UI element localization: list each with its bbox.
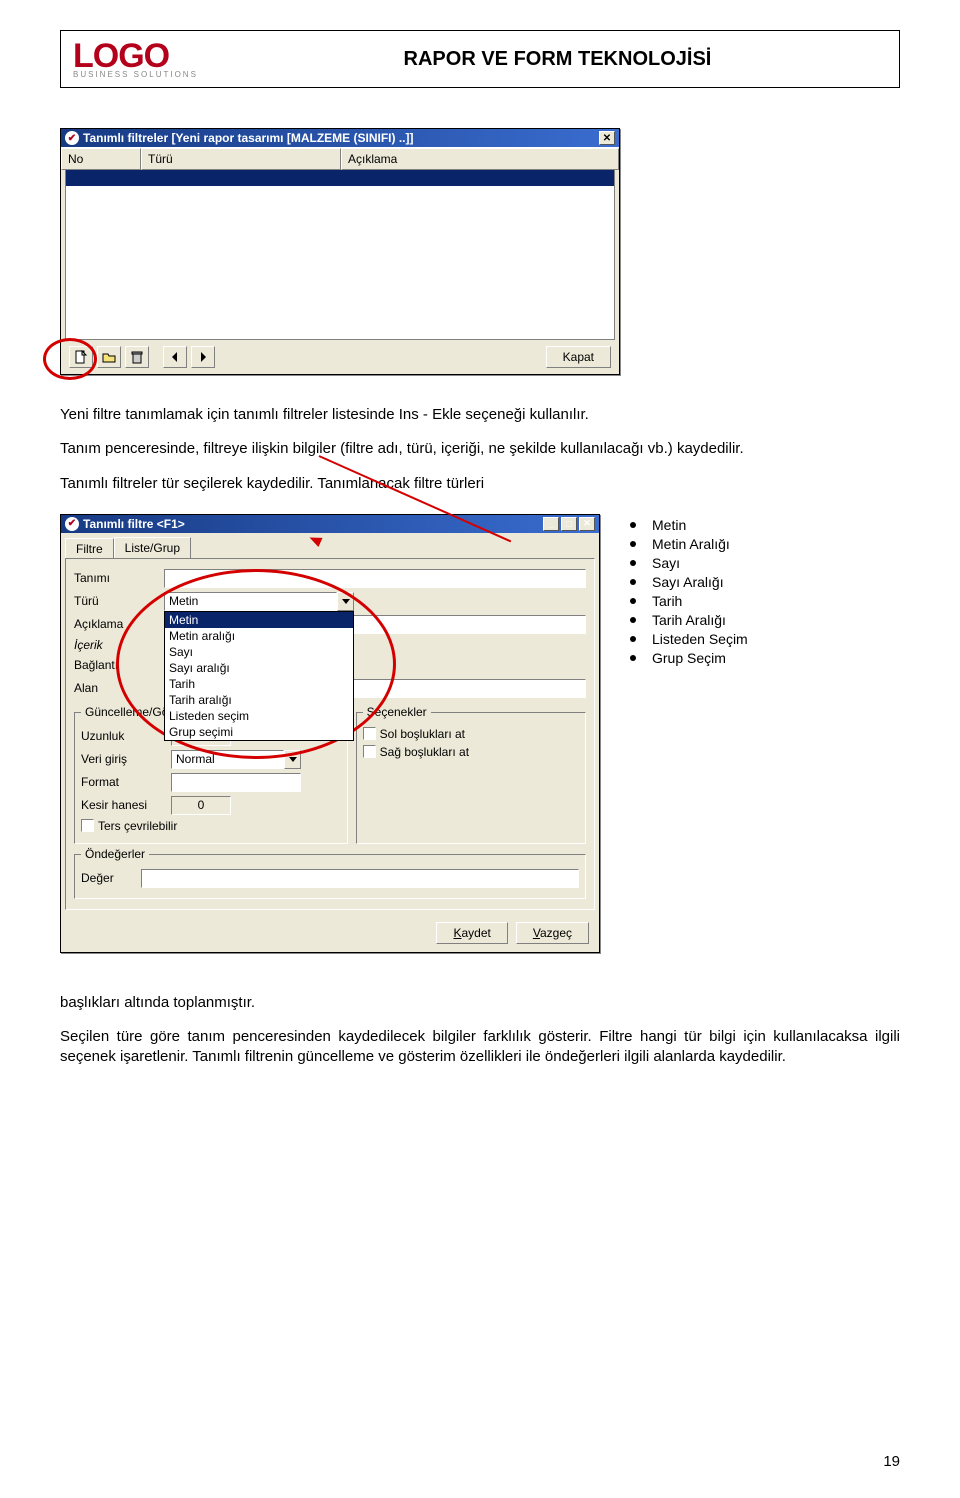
- label-tanimi: Tanımı: [74, 571, 164, 585]
- paragraph-4: başlıkları altında toplanmıştır.: [60, 993, 900, 1013]
- close-icon[interactable]: ✕: [599, 131, 615, 145]
- logo-text: LOGO: [73, 39, 169, 73]
- group-secenekler: Seçenekler: [363, 705, 431, 719]
- paragraph-3: Tanımlı filtreler tür seçilerek kaydedil…: [60, 474, 900, 494]
- combo-verigiris[interactable]: Normal: [171, 750, 284, 769]
- label-aciklama: Açıklama: [74, 617, 164, 631]
- bullet-icon: [630, 655, 636, 661]
- page-header: LOGO BUSINESS SOLUTIONS RAPOR VE FORM TE…: [60, 30, 900, 88]
- chevron-down-icon[interactable]: [284, 750, 301, 769]
- label-verigiris: Veri giriş: [81, 752, 171, 766]
- input-kesir[interactable]: 0: [171, 796, 231, 815]
- bullet-icon: [630, 636, 636, 642]
- type-item: Tarih: [652, 593, 682, 609]
- col-no[interactable]: No: [61, 148, 141, 170]
- label-sol: Sol boşlukları at: [380, 727, 465, 741]
- dropdown-option[interactable]: Tarih: [165, 676, 353, 692]
- tabs: Filtre Liste/Grup: [61, 533, 599, 558]
- close-icon[interactable]: ✕: [579, 517, 595, 531]
- checkbox-sol[interactable]: [363, 727, 376, 740]
- grid-selected-row[interactable]: [66, 170, 614, 186]
- bullet-icon: [630, 617, 636, 623]
- input-format[interactable]: [171, 773, 301, 792]
- grid-body[interactable]: [65, 170, 615, 340]
- dropdown-option[interactable]: Sayı aralığı: [165, 660, 353, 676]
- dropdown-option[interactable]: Listeden seçim: [165, 708, 353, 724]
- cancel-button[interactable]: Vazgeç: [516, 922, 589, 944]
- type-item: Sayı Aralığı: [652, 574, 724, 590]
- label-kesir: Kesir hanesi: [81, 798, 171, 812]
- dropdown-option[interactable]: Sayı: [165, 644, 353, 660]
- window2-titlebar[interactable]: ✔ Tanımlı filtre <F1> _ □ ✕: [61, 515, 599, 533]
- turu-dropdown[interactable]: Metin Metin aralığı Sayı Sayı aralığı Ta…: [164, 611, 354, 741]
- delete-icon[interactable]: [125, 346, 149, 368]
- type-item: Sayı: [652, 555, 680, 571]
- next-icon[interactable]: [191, 346, 215, 368]
- window-toolbar: Kapat: [61, 340, 619, 374]
- col-turu[interactable]: Türü: [141, 148, 341, 170]
- filter-types-list: Metin Metin Aralığı Sayı Sayı Aralığı Ta…: [630, 514, 748, 669]
- window2-title-text: Tanımlı filtre <F1>: [83, 517, 185, 531]
- save-button[interactable]: KKaydetaydet: [436, 922, 507, 944]
- logo-subtitle: BUSINESS SOLUTIONS: [73, 71, 198, 79]
- dropdown-option[interactable]: Metin aralığı: [165, 628, 353, 644]
- bullet-icon: [630, 560, 636, 566]
- label-deger: Değer: [81, 871, 141, 885]
- input-deger[interactable]: [141, 869, 579, 888]
- close-button[interactable]: Kapat: [546, 346, 611, 368]
- defined-filters-window: ✔ Tanımlı filtreler [Yeni rapor tasarımı…: [60, 128, 620, 375]
- bullet-icon: [630, 541, 636, 547]
- maximize-icon[interactable]: □: [561, 517, 577, 531]
- label-icerik: İçerik: [74, 638, 164, 652]
- paragraph-5: Seçilen türe göre tanım penceresinden ka…: [60, 1027, 900, 1068]
- group-ondegerler: Öndeğerler: [81, 847, 149, 861]
- label-ters: Ters çevrilebilir: [98, 819, 177, 833]
- type-item: Metin Aralığı: [652, 536, 730, 552]
- dropdown-option[interactable]: Metin: [165, 612, 353, 628]
- col-aciklama[interactable]: Açıklama: [341, 148, 619, 170]
- checkbox-sag[interactable]: [363, 745, 376, 758]
- page-number: 19: [883, 1453, 900, 1470]
- label-sag: Sağ boşlukları at: [380, 745, 469, 759]
- type-item: Grup Seçim: [652, 650, 726, 666]
- window-titlebar[interactable]: ✔ Tanımlı filtreler [Yeni rapor tasarımı…: [61, 129, 619, 147]
- app-icon: ✔: [65, 131, 79, 145]
- type-item: Listeden Seçim: [652, 631, 748, 647]
- tab-filtre[interactable]: Filtre: [65, 538, 114, 559]
- defined-filter-window: ✔ Tanımlı filtre <F1> _ □ ✕ Filtre Liste…: [60, 514, 600, 953]
- dropdown-option[interactable]: Grup seçimi: [165, 724, 353, 740]
- paragraph-2: Tanım penceresinde, filtreye ilişkin bil…: [60, 439, 900, 459]
- open-icon[interactable]: [97, 346, 121, 368]
- prev-icon[interactable]: [163, 346, 187, 368]
- grid-header: No Türü Açıklama: [61, 147, 619, 170]
- app-icon: ✔: [65, 517, 79, 531]
- form-body: Tanımı Türü Metin Metin Metin aralığı Sa…: [65, 558, 595, 910]
- window-title-text: Tanımlı filtreler [Yeni rapor tasarımı […: [83, 131, 414, 145]
- new-icon[interactable]: [69, 346, 93, 368]
- paragraph-1: Yeni filtre tanımlamak için tanımlı filt…: [60, 405, 900, 425]
- bullet-icon: [630, 579, 636, 585]
- bullet-icon: [630, 598, 636, 604]
- combo-turu[interactable]: Metin: [164, 592, 337, 611]
- type-item: Metin: [652, 517, 686, 533]
- dropdown-option[interactable]: Tarih aralığı: [165, 692, 353, 708]
- logo: LOGO BUSINESS SOLUTIONS: [73, 39, 198, 79]
- tab-liste-grup[interactable]: Liste/Grup: [114, 537, 191, 558]
- minimize-icon[interactable]: _: [543, 517, 559, 531]
- checkbox-ters[interactable]: [81, 819, 94, 832]
- input-tanimi[interactable]: [164, 569, 586, 588]
- chevron-down-icon[interactable]: [337, 592, 354, 611]
- type-item: Tarih Aralığı: [652, 612, 726, 628]
- label-turu: Türü: [74, 594, 164, 608]
- label-baglanti: Bağlantı: [74, 658, 164, 672]
- page-title: RAPOR VE FORM TEKNOLOJİSİ: [228, 48, 887, 71]
- label-alan: Alan: [74, 681, 164, 695]
- bullet-icon: [630, 522, 636, 528]
- label-uzunluk: Uzunluk: [81, 729, 171, 743]
- label-format: Format: [81, 775, 171, 789]
